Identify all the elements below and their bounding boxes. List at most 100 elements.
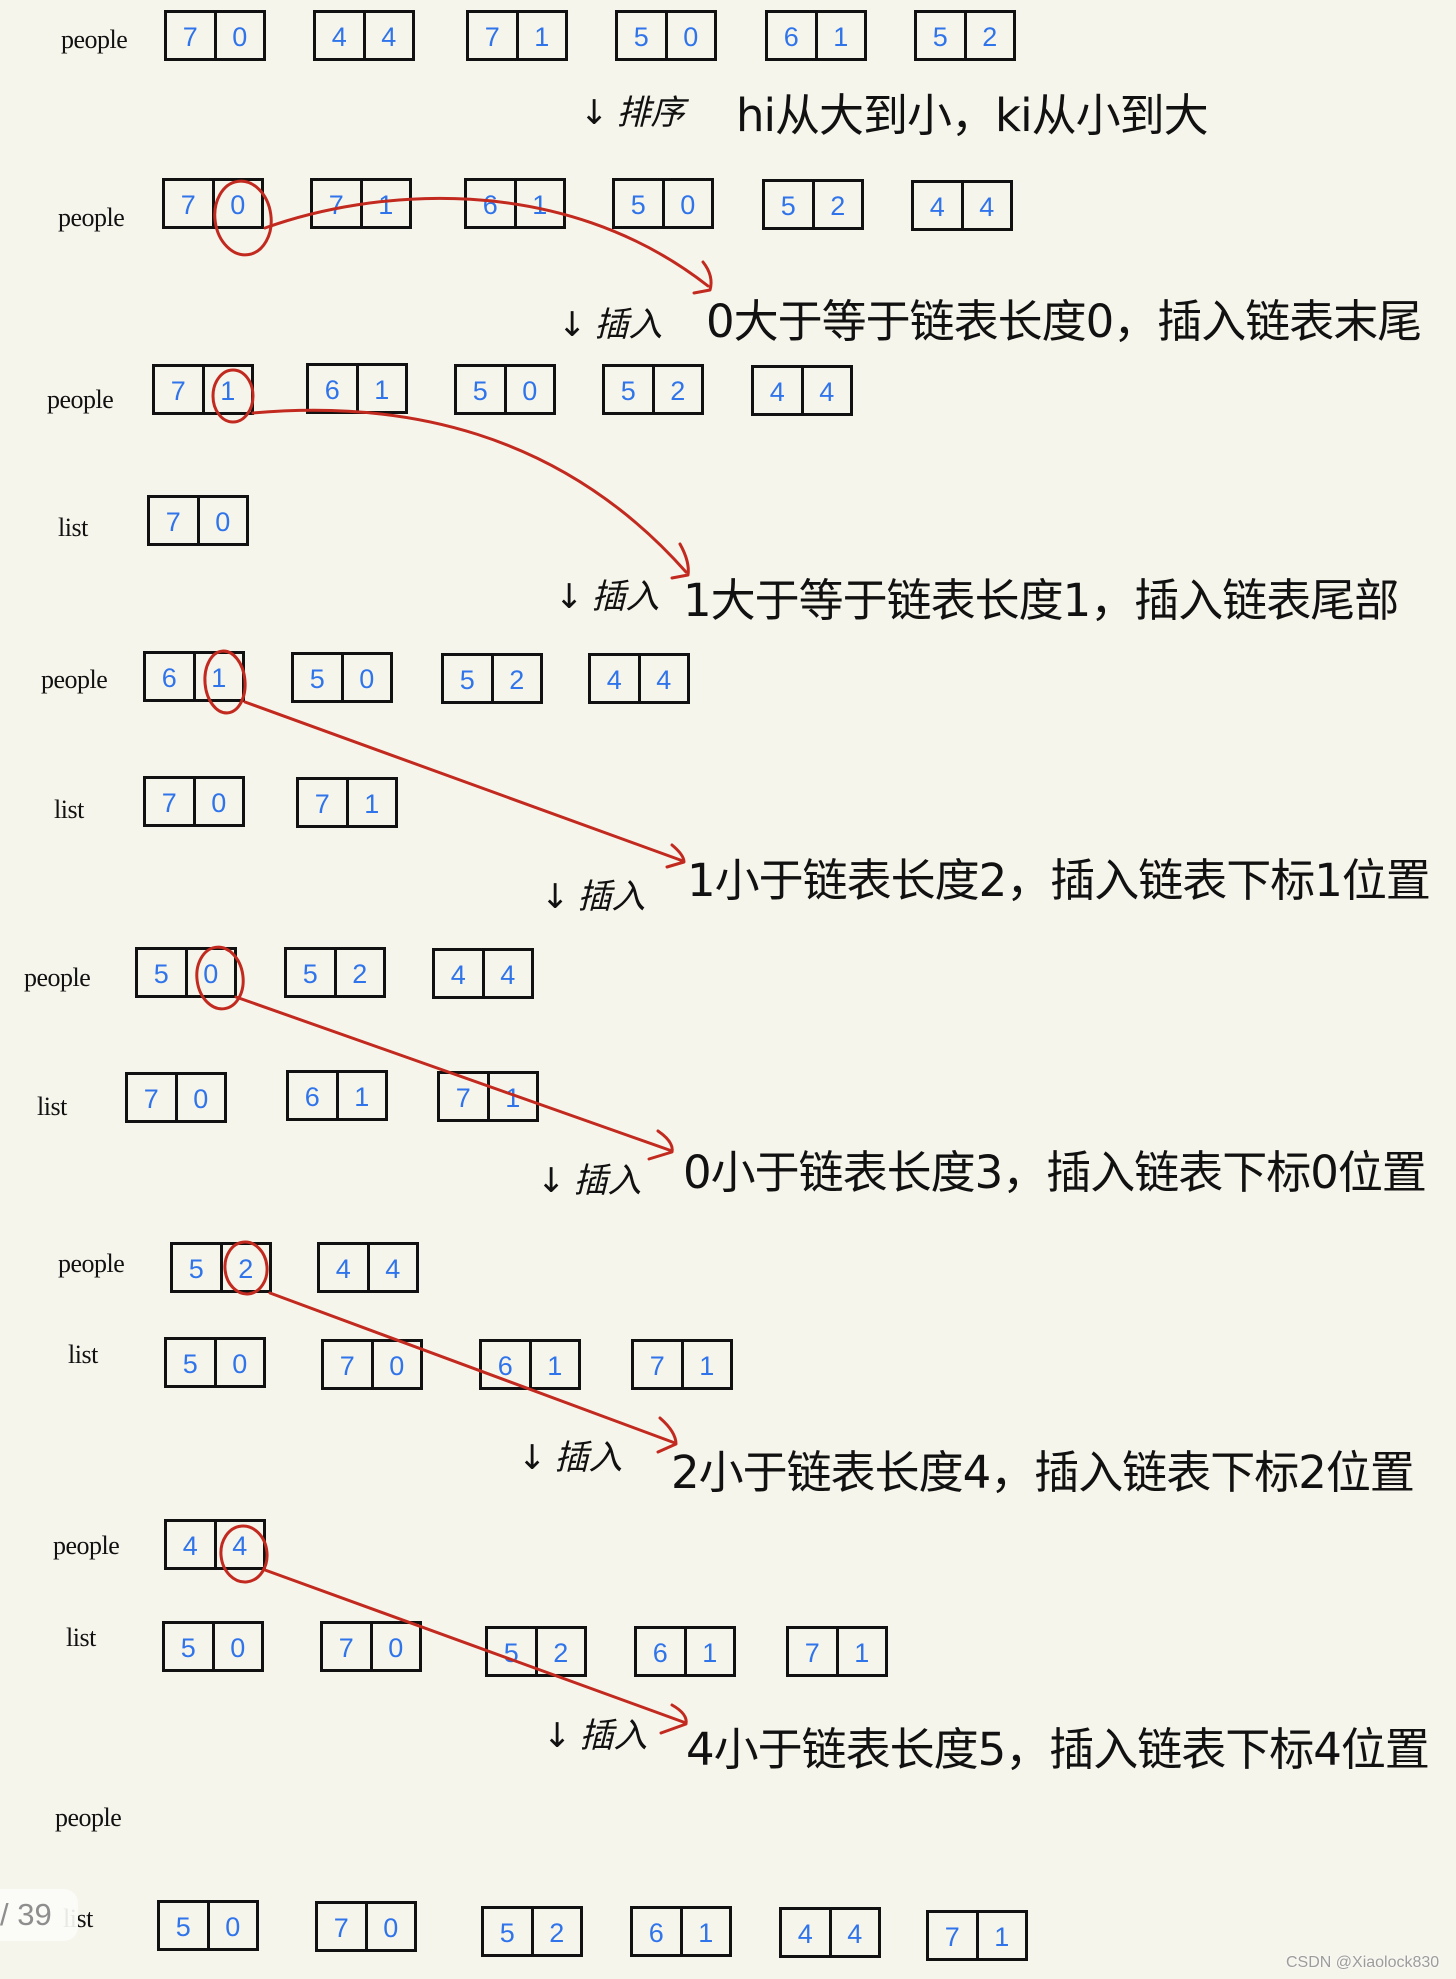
k-value: 2 <box>651 367 702 412</box>
arrowhead-icon <box>647 1129 674 1161</box>
k-value: 2 <box>333 950 384 995</box>
list-pair: 71 <box>437 1071 539 1122</box>
step-note: 0小于链表长度3，插入链表下标0位置 <box>683 1146 1427 1199</box>
list-label: list <box>37 1092 67 1121</box>
people-label: people <box>58 1249 125 1278</box>
step-word: 插入 <box>554 1438 623 1478</box>
h-value: 5 <box>175 1912 191 1942</box>
step-note: hi从大到小，ki从小到大 <box>736 89 1209 142</box>
list-pair: 70 <box>315 1901 417 1952</box>
list-pair: 61 <box>634 1626 736 1677</box>
k-value: 1 <box>486 1074 537 1119</box>
list-label: list <box>54 795 84 824</box>
people-pair: 61 <box>464 178 566 229</box>
h-value: 7 <box>161 788 177 818</box>
people-pair: 70 <box>162 178 264 229</box>
k-value: 1 <box>515 13 566 58</box>
h-value: 5 <box>180 1633 196 1663</box>
people-pair: 44 <box>164 1519 266 1570</box>
h-value: 4 <box>182 1531 198 1561</box>
people-label: people <box>61 25 128 54</box>
list-pair: 52 <box>481 1906 583 1957</box>
list-pair: 70 <box>125 1072 227 1123</box>
list-pair: 71 <box>631 1339 733 1390</box>
arrowhead-icon <box>692 260 713 295</box>
people-pair: 71 <box>310 178 412 229</box>
people-label: people <box>55 1803 122 1832</box>
step-marker: ↓ 排序 <box>580 95 685 131</box>
h-value: 7 <box>339 1351 355 1381</box>
arrowhead-icon <box>665 843 686 869</box>
page-count: / 39 <box>0 1897 52 1932</box>
h-value: 4 <box>606 665 622 695</box>
h-value: 5 <box>472 376 488 406</box>
people-pair: 50 <box>612 178 714 229</box>
k-value: 2 <box>534 1629 585 1674</box>
k-value: 0 <box>664 13 715 58</box>
down-arrow-icon: ↓ <box>541 877 570 917</box>
step-word: 插入 <box>579 1716 648 1756</box>
k-value: 2 <box>530 1909 581 1954</box>
h-value: 5 <box>309 664 325 694</box>
list-label: list <box>66 1623 96 1652</box>
step-word: 插入 <box>577 877 646 917</box>
k-value: 4 <box>800 368 851 413</box>
list-pair: 61 <box>479 1339 581 1390</box>
k-value: 0 <box>213 1340 264 1385</box>
list-pair: 61 <box>286 1070 388 1121</box>
insert-arrow <box>251 408 688 574</box>
people-pair: 61 <box>143 651 245 702</box>
people-pair: 71 <box>466 10 568 61</box>
people-label: people <box>53 1531 120 1560</box>
k-value: 2 <box>490 656 541 701</box>
k-value: 4 <box>366 1245 417 1290</box>
h-value: 6 <box>482 190 498 220</box>
page-indicator[interactable]: / 39 <box>0 1889 78 1941</box>
h-value: 7 <box>333 1913 349 1943</box>
list-pair: 44 <box>779 1907 881 1958</box>
k-value: 4 <box>637 656 688 701</box>
people-pair: 52 <box>170 1242 272 1293</box>
down-arrow-icon: ↓ <box>580 93 609 133</box>
people-pair: 50 <box>135 947 237 998</box>
step-word: 插入 <box>591 577 660 617</box>
k-value: 1 <box>975 1913 1026 1958</box>
h-value: 5 <box>188 1254 204 1284</box>
down-arrow-icon: ↓ <box>543 1716 572 1756</box>
h-value: 4 <box>331 22 347 52</box>
k-value: 4 <box>828 1910 879 1955</box>
step-note: 4小于链表长度5，插入链表下标4位置 <box>686 1723 1430 1776</box>
k-value: 2 <box>963 13 1014 58</box>
list-pair: 70 <box>147 495 249 546</box>
step-marker: ↓ 插入 <box>555 579 660 615</box>
k-value: 0 <box>369 1624 420 1669</box>
h-value: 6 <box>783 22 799 52</box>
note-page: people 70 44 71 50 61 52 ↓ 排序 hi从大到小，ki从小… <box>0 0 1456 1979</box>
list-label: list <box>68 1340 98 1369</box>
h-value: 6 <box>652 1638 668 1668</box>
k-value: 1 <box>679 1909 730 1954</box>
down-arrow-icon: ↓ <box>537 1161 566 1201</box>
people-pair: 44 <box>313 10 415 61</box>
k-value: 2 <box>811 182 862 227</box>
step-note: 2小于链表长度4，插入链表下标2位置 <box>671 1446 1415 1499</box>
h-value: 5 <box>630 190 646 220</box>
h-value: 7 <box>944 1922 960 1952</box>
k-value: 0 <box>174 1075 225 1120</box>
arrowhead-icon <box>670 542 690 580</box>
h-value: 6 <box>324 375 340 405</box>
people-pair: 50 <box>615 10 717 61</box>
people-label: people <box>24 963 91 992</box>
people-pair: 52 <box>914 10 1016 61</box>
k-value: 1 <box>683 1629 734 1674</box>
step-marker: ↓ 插入 <box>558 307 663 343</box>
people-pair: 61 <box>765 10 867 61</box>
k-value: 1 <box>201 367 252 412</box>
people-pair: 70 <box>164 10 266 61</box>
k-value: 0 <box>211 181 262 226</box>
list-pair: 50 <box>157 1900 259 1951</box>
h-value: 5 <box>182 1349 198 1379</box>
k-value: 1 <box>355 366 406 411</box>
k-value: 1 <box>345 780 396 825</box>
k-value: 1 <box>359 181 410 226</box>
